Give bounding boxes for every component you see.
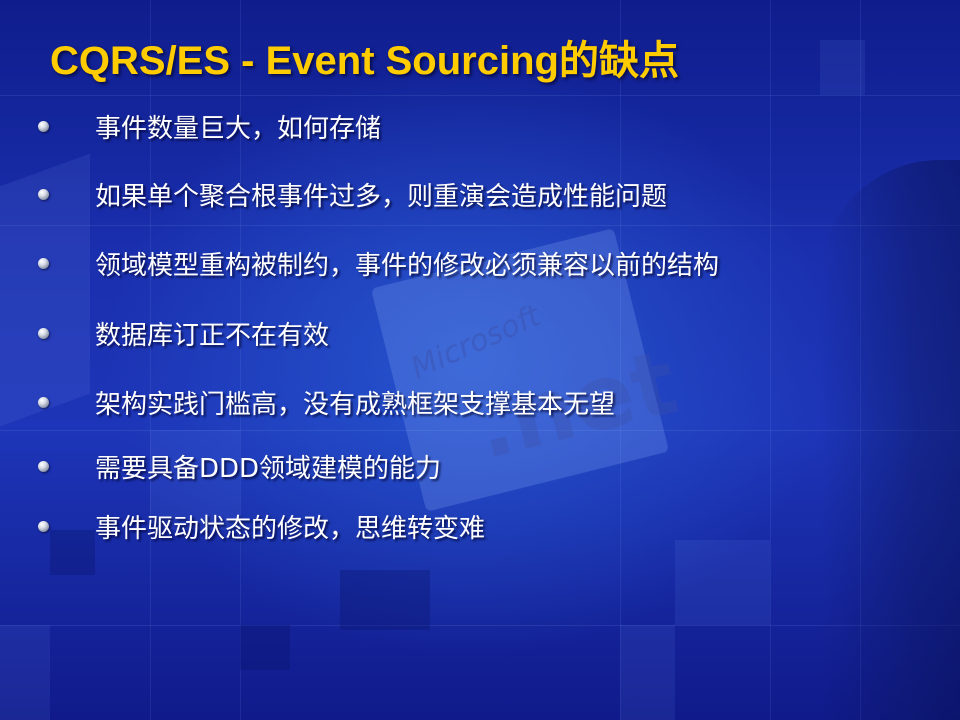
bullet-text: 如果单个聚合根事件过多，则重演会造成性能问题 <box>95 181 668 212</box>
decorative-square <box>620 625 675 720</box>
sphere-bullet-icon <box>38 120 49 132</box>
list-item: 架构实践门槛高，没有成熟框架支撑基本无望 <box>38 382 615 422</box>
bullet-text: 架构实践门槛高，没有成熟框架支撑基本无望 <box>95 389 616 420</box>
bullet-text: 事件数量巨大，如何存储 <box>95 113 382 144</box>
sphere-bullet-icon <box>38 520 49 532</box>
bullet-text: 事件驱动状态的修改，思维转变难 <box>95 513 486 544</box>
bullet-text: 数据库订正不在有效 <box>95 320 330 351</box>
person-silhouette <box>820 160 960 720</box>
list-item: 领域模型重构被制约，事件的修改必须兼容以前的结构 <box>38 243 719 283</box>
grid-line <box>0 625 960 626</box>
list-item: 事件数量巨大，如何存储 <box>38 106 381 146</box>
grid-line <box>0 225 960 226</box>
grid-line <box>770 0 771 720</box>
list-item: 需要具备DDD领域建模的能力 <box>38 446 441 486</box>
grid-line <box>0 95 960 96</box>
decorative-square <box>820 40 865 95</box>
bullet-text: 领域模型重构被制约，事件的修改必须兼容以前的结构 <box>95 250 720 281</box>
sphere-bullet-icon <box>38 188 49 200</box>
slide-title: CQRS/ES - Event Sourcing的缺点 <box>50 39 679 83</box>
sphere-bullet-icon <box>38 460 49 472</box>
list-item: 数据库订正不在有效 <box>38 313 329 353</box>
sphere-bullet-icon <box>38 396 49 408</box>
slide-canvas: Microsoft .net CQRS/ES - Event Sourcing的… <box>0 0 960 720</box>
decorative-square <box>675 540 770 625</box>
sphere-bullet-icon <box>38 257 49 269</box>
decorative-square <box>340 570 430 630</box>
list-item: 如果单个聚合根事件过多，则重演会造成性能问题 <box>38 174 667 214</box>
list-item: 事件驱动状态的修改，思维转变难 <box>38 506 485 546</box>
decorative-square <box>50 530 95 575</box>
sphere-bullet-icon <box>38 327 49 339</box>
decorative-square <box>240 625 290 670</box>
decorative-square <box>0 625 50 720</box>
bullet-text: 需要具备DDD领域建模的能力 <box>95 453 442 484</box>
